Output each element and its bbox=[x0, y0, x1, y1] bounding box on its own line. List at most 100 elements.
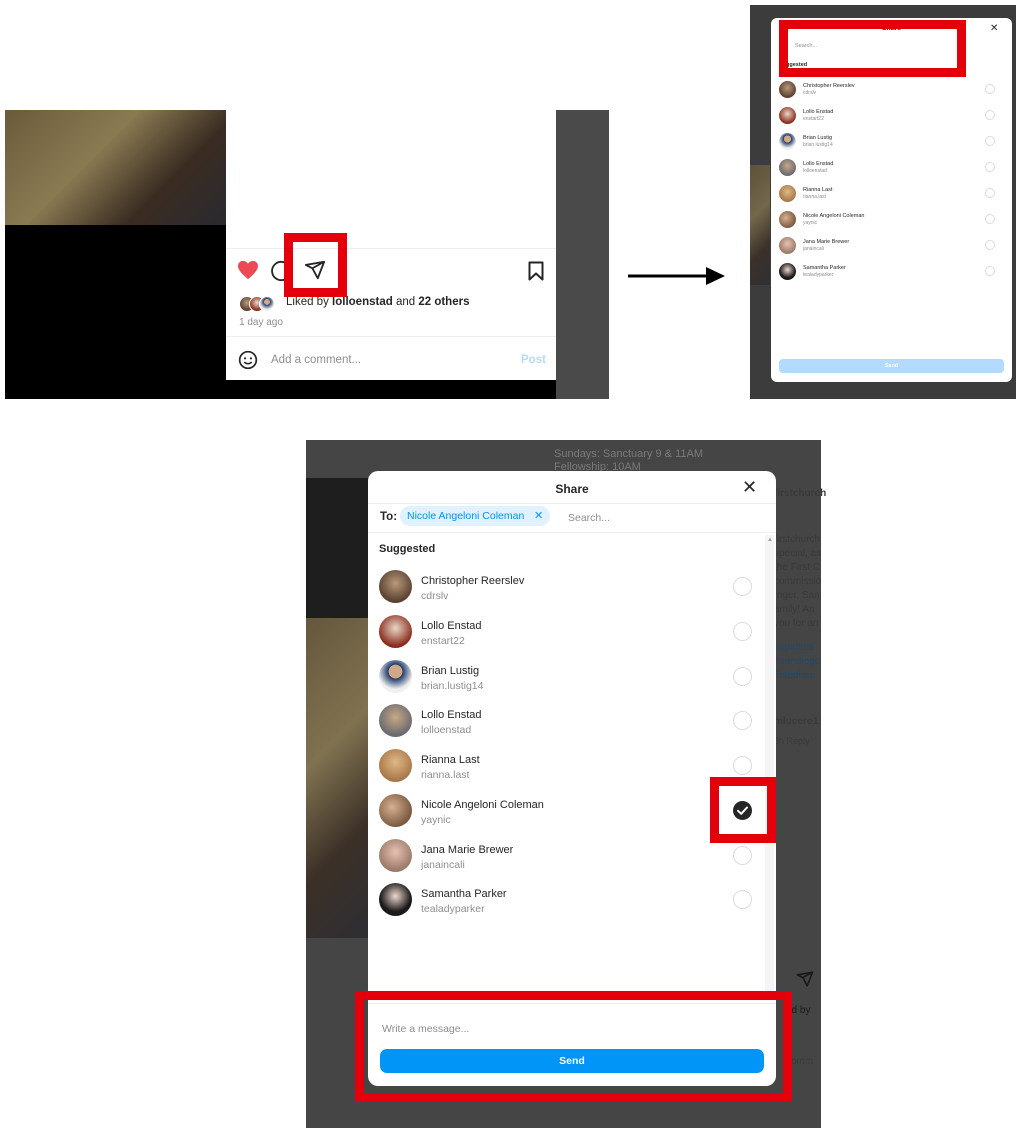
hashtag: #spiritual bbox=[774, 642, 815, 653]
backdrop-hashtags: #spiritual #sandiego #stephen bbox=[774, 641, 820, 683]
avatar bbox=[379, 660, 412, 693]
select-radio[interactable] bbox=[733, 577, 752, 596]
highlight-message-and-send bbox=[355, 991, 792, 1102]
post-timestamp: 1 day ago bbox=[239, 317, 283, 328]
dialog-title: Share bbox=[555, 482, 589, 496]
select-radio[interactable] bbox=[985, 84, 995, 94]
avatar bbox=[379, 749, 412, 782]
list-item[interactable]: Christopher Reerslev cdrslv bbox=[379, 568, 759, 608]
list-item[interactable]: Nicole Angeloni Coleman yaynic bbox=[379, 792, 759, 832]
highlight-search-input bbox=[779, 20, 966, 77]
caption-line: Inger, San bbox=[774, 590, 820, 601]
avatar bbox=[379, 615, 412, 648]
comment-input[interactable]: Add a comment... bbox=[271, 354, 361, 366]
contact-username: tealadyparker bbox=[803, 272, 834, 278]
select-radio[interactable] bbox=[733, 756, 752, 775]
list-item[interactable]: Lollo Enstad enstart22 bbox=[779, 106, 1004, 126]
avatar bbox=[779, 159, 796, 176]
list-item[interactable]: Jana Marie Brewer janaincali bbox=[779, 236, 1004, 256]
post-sidebar: Liked by lolloenstad and 22 others 1 day… bbox=[226, 110, 556, 380]
backdrop-image bbox=[750, 165, 770, 285]
contact-name: Jana Marie Brewer bbox=[421, 844, 514, 856]
backdrop-image bbox=[306, 618, 368, 938]
select-radio[interactable] bbox=[985, 162, 995, 172]
list-item[interactable]: Lollo Enstad lolloenstad bbox=[779, 158, 1004, 178]
contact-name: Brian Lustig bbox=[803, 135, 833, 141]
contact-name: Nicole Angeloni Coleman bbox=[421, 799, 544, 811]
contact-name: Brian Lustig bbox=[421, 665, 480, 677]
contact-name: Lollo Enstad bbox=[421, 620, 482, 632]
caption-line: amily! An bbox=[774, 604, 815, 615]
search-input[interactable]: Search... bbox=[568, 512, 610, 524]
contact-name: Rianna Last bbox=[421, 754, 480, 766]
list-item[interactable]: Christopher Reerslev cdrslv bbox=[779, 80, 1004, 100]
avatar bbox=[779, 263, 796, 280]
list-item[interactable]: Jana Marie Brewer janaincali bbox=[379, 837, 759, 877]
select-radio[interactable] bbox=[733, 890, 752, 909]
list-item[interactable]: Samantha Parker tealadyparker bbox=[779, 262, 1004, 282]
search-divider bbox=[368, 532, 776, 533]
list-item[interactable]: Samantha Parker tealadyparker bbox=[379, 881, 759, 921]
select-radio[interactable] bbox=[985, 266, 995, 276]
post-comment-button[interactable]: Post bbox=[521, 354, 546, 366]
select-radio[interactable] bbox=[985, 214, 995, 224]
caption-line: firstchurch bbox=[774, 534, 821, 545]
liked-by-others[interactable]: 22 others bbox=[418, 296, 469, 308]
caption-line: commissio bbox=[774, 576, 822, 587]
liked-by-prefix: Liked by bbox=[286, 296, 329, 308]
contact-name: Samantha Parker bbox=[421, 888, 507, 900]
recipient-chip[interactable]: Nicole Angeloni Coleman ✕ bbox=[400, 506, 550, 526]
avatar bbox=[779, 211, 796, 228]
contact-username: janaincali bbox=[803, 246, 824, 252]
list-item[interactable]: Brian Lustig brian.lustig14 bbox=[779, 132, 1004, 152]
liked-by-user[interactable]: lolloenstad bbox=[332, 296, 393, 308]
list-item[interactable]: Lollo Enstad lolloenstad bbox=[379, 702, 759, 742]
hashtag: #sandiego bbox=[774, 656, 821, 667]
caption-line: special, as bbox=[774, 548, 822, 559]
list-item[interactable]: Brian Lustig brian.lustig14 bbox=[379, 658, 759, 698]
contact-name: Christopher Reerslev bbox=[803, 83, 855, 89]
contact-username: janaincali bbox=[421, 859, 465, 871]
recipient-chip-label: Nicole Angeloni Coleman bbox=[407, 510, 525, 522]
avatar bbox=[779, 237, 796, 254]
scroll-up-icon[interactable]: ▲ bbox=[767, 537, 773, 543]
select-radio[interactable] bbox=[733, 711, 752, 730]
select-radio[interactable] bbox=[985, 240, 995, 250]
list-item[interactable]: Lollo Enstad enstart22 bbox=[379, 613, 759, 653]
liked-by-and: and bbox=[395, 296, 416, 308]
list-item[interactable]: Nicole Angeloni Coleman yaynic bbox=[779, 210, 1004, 230]
chip-remove-icon[interactable]: ✕ bbox=[534, 509, 543, 522]
select-radio[interactable] bbox=[985, 188, 995, 198]
contact-username: yaynic bbox=[803, 220, 818, 226]
select-radio[interactable] bbox=[733, 667, 752, 686]
select-radio[interactable] bbox=[985, 110, 995, 120]
contact-username: cdrslv bbox=[803, 90, 817, 96]
select-radio[interactable] bbox=[733, 622, 752, 641]
contact-name: Nicole Angeloni Coleman bbox=[803, 213, 865, 219]
to-label: To: bbox=[380, 511, 398, 523]
emoji-icon[interactable] bbox=[238, 350, 258, 370]
select-radio[interactable] bbox=[985, 136, 995, 146]
backdrop-commenter: mlucero1 bbox=[774, 716, 819, 727]
save-bookmark-icon[interactable] bbox=[528, 261, 544, 281]
action-bar-divider bbox=[226, 248, 556, 249]
like-heart-icon[interactable] bbox=[237, 260, 259, 280]
contact-name: Christopher Reerslev bbox=[421, 575, 525, 587]
list-item[interactable]: Rianna Last rianna.last bbox=[779, 184, 1004, 204]
caption-line: you for an bbox=[774, 618, 819, 629]
scrollbar[interactable]: ▲ bbox=[765, 535, 774, 995]
contact-username: cdrslv bbox=[421, 590, 449, 602]
send-button[interactable]: Send bbox=[779, 359, 1004, 373]
close-icon[interactable]: ✕ bbox=[990, 23, 998, 34]
close-icon[interactable]: ✕ bbox=[742, 477, 757, 498]
select-radio[interactable] bbox=[733, 846, 752, 865]
list-item[interactable]: Rianna Last rianna.last bbox=[379, 747, 759, 787]
contact-username: rianna.last bbox=[421, 769, 470, 781]
avatar bbox=[379, 570, 412, 603]
contact-name: Samantha Parker bbox=[803, 265, 846, 271]
contact-name: Lollo Enstad bbox=[803, 109, 834, 115]
highlight-selected-recipient bbox=[710, 777, 776, 843]
contact-name: Lollo Enstad bbox=[803, 161, 834, 167]
avatar bbox=[779, 107, 796, 124]
contact-name: Rianna Last bbox=[803, 187, 833, 193]
